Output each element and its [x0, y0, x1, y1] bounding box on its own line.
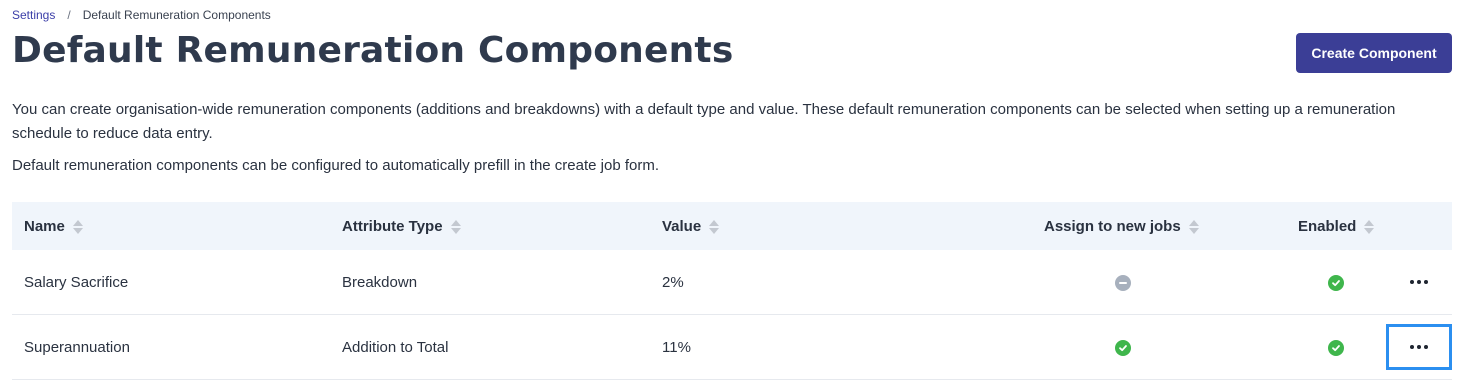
column-header-attribute-type-label: Attribute Type — [342, 218, 443, 235]
cell-value: 11% — [662, 339, 691, 356]
check-circle-icon — [1328, 340, 1344, 356]
create-component-button[interactable]: Create Component — [1296, 33, 1452, 73]
column-header-value[interactable]: Value — [662, 218, 720, 235]
cell-value: 2% — [662, 274, 684, 291]
breadcrumb-current: Default Remuneration Components — [82, 8, 271, 22]
sort-icon[interactable] — [709, 219, 720, 234]
column-header-name-label: Name — [24, 218, 65, 235]
page-description: You can create organisation-wide remuner… — [12, 101, 1396, 142]
cell-attribute-type: Addition to Total — [342, 339, 449, 356]
row-actions-button[interactable] — [1386, 259, 1452, 305]
cell-attribute-type: Breakdown — [342, 274, 418, 291]
breadcrumb-settings-link[interactable]: Settings — [12, 8, 55, 22]
breadcrumb: Settings / Default Remuneration Componen… — [12, 8, 271, 22]
components-table: Name Attribute Type Value Assign to new … — [12, 202, 1452, 380]
sort-icon[interactable] — [1364, 219, 1375, 234]
column-header-assign-label: Assign to new jobs — [1044, 218, 1181, 235]
page-description-prefill: Default remuneration components can be c… — [12, 157, 660, 174]
minus-circle-icon — [1115, 275, 1131, 291]
breadcrumb-separator: / — [67, 8, 71, 22]
column-header-enabled[interactable]: Enabled — [1298, 218, 1375, 235]
more-horizontal-icon — [1410, 280, 1428, 284]
sort-icon[interactable] — [72, 219, 83, 234]
cell-name: Superannuation — [24, 339, 130, 356]
check-circle-icon — [1115, 340, 1131, 356]
table-row: Salary Sacrifice Breakdown 2% — [12, 250, 1452, 315]
column-header-enabled-label: Enabled — [1298, 218, 1357, 235]
column-header-attribute-type[interactable]: Attribute Type — [342, 218, 461, 235]
more-horizontal-icon — [1410, 345, 1428, 349]
cell-name: Salary Sacrifice — [24, 274, 129, 291]
row-actions-button[interactable] — [1386, 324, 1452, 370]
column-header-value-label: Value — [662, 218, 702, 235]
page-title: Default Remuneration Components — [12, 30, 734, 71]
column-header-name[interactable]: Name — [24, 218, 83, 235]
sort-icon[interactable] — [1188, 219, 1199, 234]
table-header: Name Attribute Type Value Assign to new … — [12, 202, 1452, 250]
table-row: Superannuation Addition to Total 11% — [12, 315, 1452, 380]
column-header-assign-to-new-jobs[interactable]: Assign to new jobs — [1044, 218, 1199, 235]
sort-icon[interactable] — [450, 219, 461, 234]
check-circle-icon — [1328, 275, 1344, 291]
